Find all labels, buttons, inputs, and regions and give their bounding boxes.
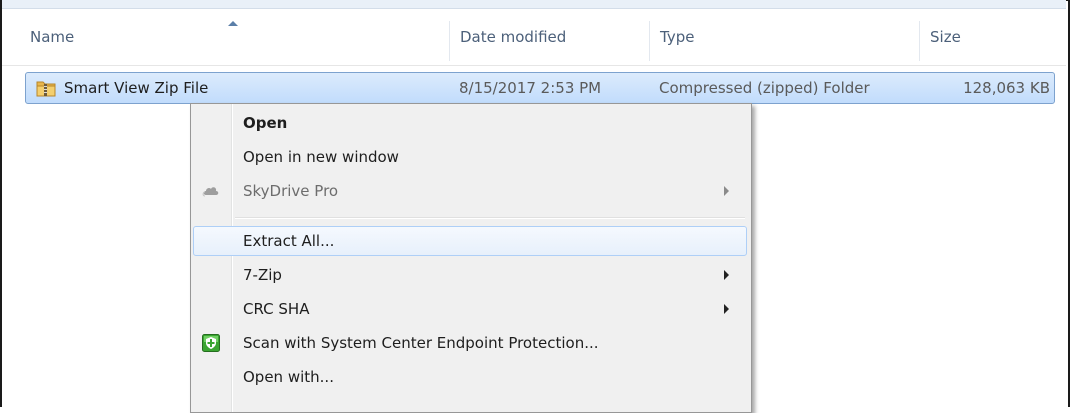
menu-separator [235,217,745,219]
file-row-selected[interactable]: Smart View Zip File 8/15/2017 2:53 PM Co… [25,72,1055,104]
file-size: 128,063 KB [963,79,1050,97]
menu-item-open[interactable]: Open [193,108,747,138]
menu-item-label: Open in new window [243,148,399,166]
window-top-bar [2,0,1066,9]
zip-folder-icon [36,81,56,97]
column-divider[interactable] [919,21,920,61]
menu-item-label: 7-Zip [243,266,282,284]
column-header-name[interactable]: Name [30,9,74,65]
menu-item-open-in-new-window[interactable]: Open in new window [193,142,747,172]
menu-item-label: Open with... [243,368,334,386]
submenu-arrow-icon [724,270,729,280]
menu-item-label: CRC SHA [243,300,310,318]
endpoint-protection-icon [202,334,220,352]
column-header-bar: Name Date modified Type Size [2,9,1066,66]
file-date-modified: 8/15/2017 2:53 PM [459,79,602,97]
menu-item-label: SkyDrive Pro [243,182,339,200]
menu-item-7-zip[interactable]: 7-Zip [193,260,747,290]
menu-item-label: Extract All... [243,232,335,250]
menu-item-skydrive-pro[interactable]: SkyDrive Pro [193,176,747,206]
submenu-arrow-icon [724,304,729,314]
column-header-date-modified[interactable]: Date modified [460,9,566,65]
column-divider[interactable] [449,21,450,61]
file-name: Smart View Zip File [64,79,209,97]
skydrive-cloud-icon [202,187,219,197]
column-header-size[interactable]: Size [930,9,961,65]
menu-item-crc-sha[interactable]: CRC SHA [193,294,747,324]
submenu-arrow-icon [724,186,729,196]
menu-item-label: Open [243,114,288,132]
menu-item-open-with[interactable]: Open with... [193,362,747,392]
menu-item-extract-all[interactable]: Extract All... [193,226,747,256]
sort-ascending-icon [228,21,238,26]
menu-item-label: Scan with System Center Endpoint Protect… [243,334,599,352]
context-menu: Open Open in new window SkyDrive Pro Ext… [190,103,752,413]
file-type: Compressed (zipped) Folder [659,79,870,97]
column-header-type[interactable]: Type [660,9,694,65]
column-divider[interactable] [649,21,650,61]
menu-item-scan-endpoint-protection[interactable]: Scan with System Center Endpoint Protect… [193,328,747,358]
